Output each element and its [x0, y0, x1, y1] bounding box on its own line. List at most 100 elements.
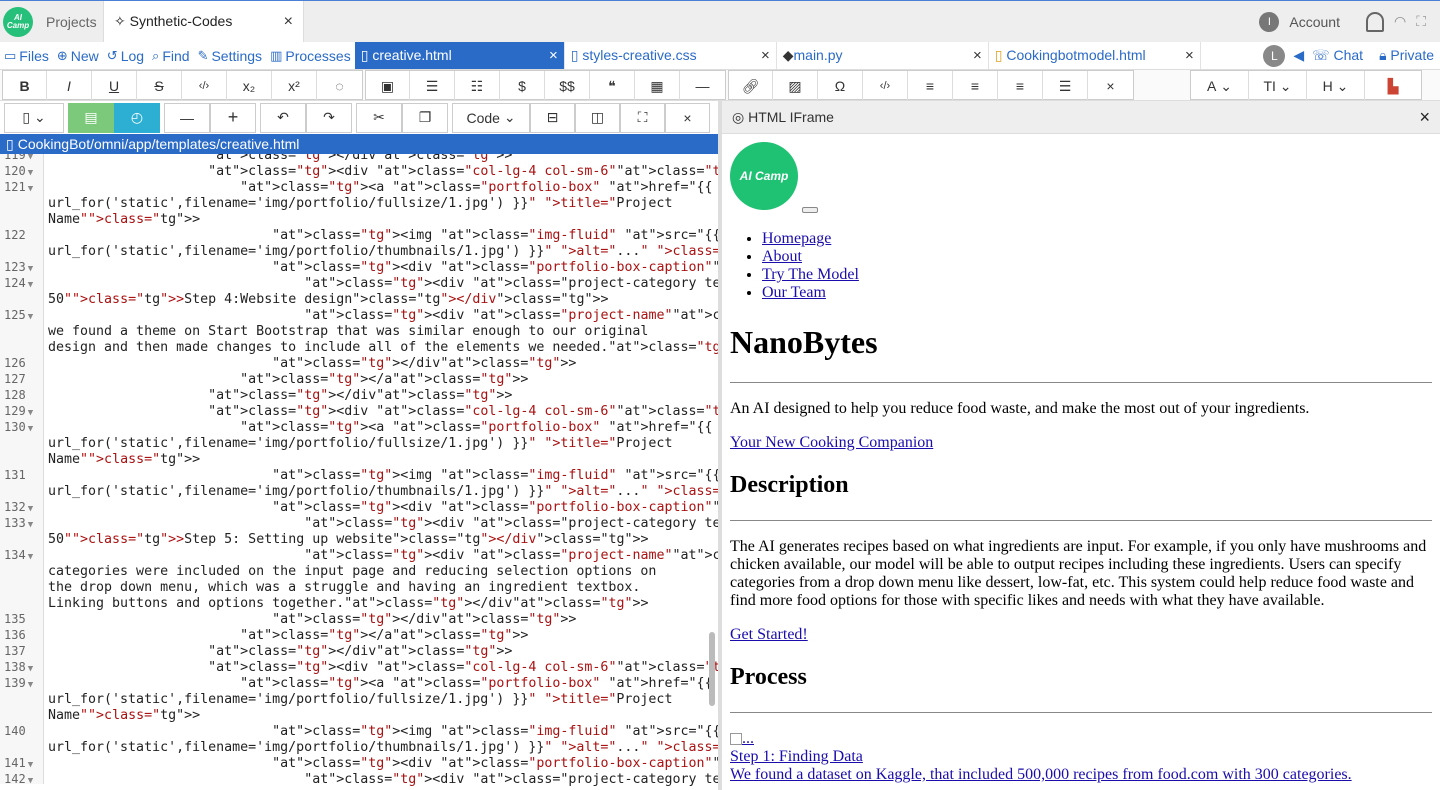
math-block-button[interactable]: $$: [545, 71, 590, 101]
font-size-dropdown[interactable]: TI ⌄: [1249, 71, 1307, 101]
align-left-icon[interactable]: ≡: [908, 71, 953, 101]
table-icon[interactable]: ▦: [635, 71, 680, 101]
clear-format-button[interactable]: ×: [1088, 71, 1133, 101]
code-line[interactable]: the drop down menu, which was a struggle…: [48, 580, 708, 596]
file-tab-main-py[interactable]: ◆main.py ×: [777, 42, 989, 69]
file-action-dropdown[interactable]: ▯ ⌄: [4, 102, 64, 133]
code-line[interactable]: url_for('static',filename='img/portfolio…: [48, 484, 718, 500]
numbered-list-icon[interactable]: ☷: [455, 71, 500, 101]
special-char-button[interactable]: Ω: [818, 71, 863, 101]
code-line[interactable]: url_for('static',filename='img/portfolio…: [48, 692, 708, 708]
fold-arrow-icon[interactable]: ▼: [28, 664, 33, 674]
settings-button[interactable]: ✎ Settings: [194, 42, 267, 69]
step1-text-link[interactable]: We found a dataset on Kaggle, that inclu…: [730, 766, 1352, 783]
code-line[interactable]: "at">class="tg"><div "at">class="project…: [48, 772, 718, 788]
image-icon[interactable]: ▨: [773, 71, 818, 101]
code-line[interactable]: "at">class="tg"></div"at">class="tg">>: [48, 356, 708, 372]
zoom-in-icon[interactable]: +: [210, 102, 256, 133]
copy-icon[interactable]: ❐: [402, 102, 448, 133]
fullscreen-icon[interactable]: ⛶: [1416, 13, 1426, 30]
step1-image-link[interactable]: ...: [730, 730, 754, 747]
close-icon[interactable]: ×: [973, 47, 982, 64]
processes-button[interactable]: ▥ Processes: [266, 42, 355, 69]
step1-title-link[interactable]: Step 1: Finding Data: [730, 748, 863, 765]
collapse-left-icon[interactable]: ◀: [1293, 47, 1304, 64]
italic-button[interactable]: I: [47, 71, 92, 101]
navbar-toggler-button[interactable]: [802, 207, 818, 213]
fullscreen-icon[interactable]: ⛶: [620, 102, 665, 133]
code-line[interactable]: "at">class="tg"></div"at">class="tg">>: [48, 154, 708, 164]
code-line[interactable]: categories were included on the input pa…: [48, 564, 708, 580]
code-line[interactable]: "at">class="tg"></div"at">class="tg">>: [48, 644, 708, 660]
account-button[interactable]: Account: [1289, 14, 1340, 30]
code-line[interactable]: "at">class="tg"></a"at">class="tg">>: [48, 372, 708, 388]
code-line[interactable]: "at">class="tg"><img "at">class="img-flu…: [48, 724, 718, 740]
code-button[interactable]: ‹/›: [182, 71, 227, 101]
files-button[interactable]: ▭ Files: [0, 42, 53, 69]
fold-arrow-icon[interactable]: ▼: [28, 552, 33, 562]
code-line[interactable]: url_for('static',filename='img/portfolio…: [48, 436, 708, 452]
fold-arrow-icon[interactable]: ▼: [28, 760, 33, 770]
code-content[interactable]: "at">class="tg"></div"at">class="tg">> "…: [48, 154, 718, 788]
fold-arrow-icon[interactable]: ▼: [28, 680, 33, 690]
chat-button[interactable]: ☏ Chat: [1312, 47, 1363, 64]
app-logo[interactable]: AI Camp: [0, 1, 36, 43]
subscript-button[interactable]: x₂: [227, 71, 272, 101]
fold-arrow-icon[interactable]: ▼: [28, 184, 33, 194]
fold-arrow-icon[interactable]: ▼: [28, 408, 33, 418]
code-line[interactable]: "at">class="tg"></div"at">class="tg">>: [48, 388, 708, 404]
code-line[interactable]: url_for('static',filename='img/portfolio…: [48, 196, 708, 212]
cut-icon[interactable]: ✂: [356, 102, 402, 133]
scrollbar[interactable]: [709, 632, 715, 706]
color-palette-icon[interactable]: ▙: [1365, 71, 1421, 101]
find-button[interactable]: ⌕ Find: [148, 42, 194, 69]
code-line[interactable]: "at">class="tg"></a"at">class="tg">>: [48, 628, 708, 644]
close-icon[interactable]: ×: [1185, 47, 1194, 64]
user-avatar[interactable]: L: [1263, 44, 1286, 67]
notifications-bell-icon[interactable]: [1365, 11, 1384, 32]
account-avatar[interactable]: I: [1259, 11, 1280, 32]
companion-link[interactable]: Your New Cooking Companion: [730, 434, 933, 451]
nav-link-try-model[interactable]: Try The Model: [762, 266, 859, 283]
code-line[interactable]: Linking buttons and options together."at…: [48, 596, 708, 612]
code-line[interactable]: "at">class="tg"><div "at">class="project…: [48, 548, 718, 564]
math-inline-button[interactable]: $: [500, 71, 545, 101]
quote-button[interactable]: ❝: [590, 71, 635, 101]
fold-arrow-icon[interactable]: ▼: [28, 312, 33, 322]
strikethrough-button[interactable]: S: [137, 71, 182, 101]
code-line[interactable]: "at">class="tg"></div"at">class="tg">>: [48, 612, 708, 628]
heading-dropdown[interactable]: H ⌄: [1307, 71, 1365, 101]
file-tab-creative-html[interactable]: ▯ creative.html ×: [354, 42, 565, 69]
code-line[interactable]: "at">class="tg"><a "at">class="portfolio…: [48, 180, 712, 196]
html-code-icon[interactable]: ‹/›: [863, 71, 908, 101]
code-line[interactable]: "at">class="tg"><div "at">class="project…: [48, 516, 718, 532]
code-line[interactable]: url_for('static',filename='img/portfolio…: [48, 244, 718, 260]
code-line[interactable]: "at">class="tg"><div "at">class="portfol…: [48, 260, 718, 276]
fold-arrow-icon[interactable]: ▼: [28, 280, 33, 290]
code-line[interactable]: "at">class="tg"><div "at">class="col-lg-…: [48, 164, 718, 180]
undo-icon[interactable]: ↶: [260, 102, 306, 133]
nav-link-homepage[interactable]: Homepage: [762, 230, 831, 247]
tab-projects[interactable]: Projects: [36, 1, 104, 42]
fold-arrow-icon[interactable]: ▼: [28, 168, 33, 178]
superscript-button[interactable]: x²: [272, 71, 317, 101]
close-icon[interactable]: ×: [549, 47, 558, 64]
fold-arrow-icon[interactable]: ▼: [28, 154, 33, 162]
horizontal-rule-button[interactable]: —: [680, 71, 725, 101]
comment-icon[interactable]: ◌: [317, 71, 362, 101]
code-line[interactable]: "at">class="tg"><a "at">class="portfolio…: [48, 420, 712, 436]
align-center-icon[interactable]: ≡: [953, 71, 998, 101]
code-line[interactable]: url_for('static',filename='img/portfolio…: [48, 740, 718, 756]
fold-arrow-icon[interactable]: ▼: [28, 520, 33, 530]
code-line[interactable]: "at">class="tg"><div "at">class="col-lg-…: [48, 404, 718, 420]
mode-dropdown[interactable]: Code ⌄: [452, 102, 530, 133]
redo-icon[interactable]: ↷: [306, 102, 352, 133]
code-line[interactable]: Name"">class="tg">>: [48, 452, 708, 468]
close-icon[interactable]: ×: [1419, 107, 1430, 128]
tab-project-active[interactable]: ✧ Synthetic-Codes ×: [104, 1, 304, 42]
code-line[interactable]: "at">class="tg"><div "at">class="project…: [48, 308, 718, 324]
justify-icon[interactable]: ☰: [1043, 71, 1088, 101]
close-icon[interactable]: ×: [284, 13, 293, 31]
code-line[interactable]: 50"">class="tg">>Step 5: Setting up webs…: [48, 532, 708, 548]
terminal-icon[interactable]: ▣: [366, 71, 410, 101]
